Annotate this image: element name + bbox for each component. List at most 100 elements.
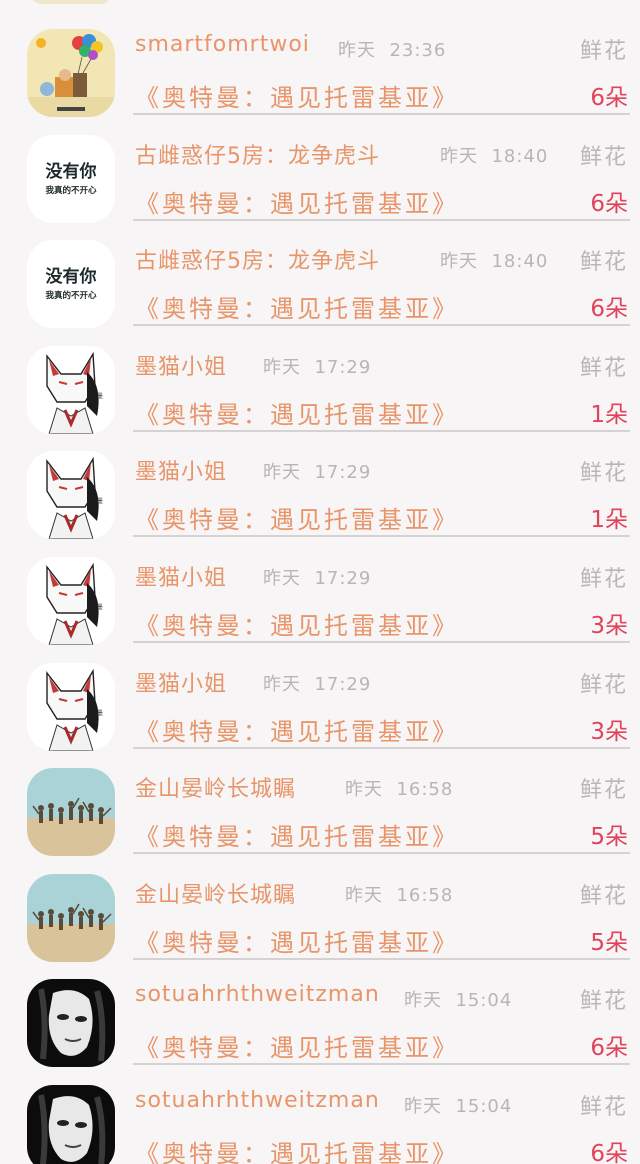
gift-type-label: 鲜花 xyxy=(579,144,628,170)
timestamp-day: 昨天 xyxy=(263,568,301,589)
book-title-link[interactable]: 《奥特曼：遇见托雷基亚》 xyxy=(135,395,459,430)
timestamp-day: 昨天 xyxy=(263,462,301,484)
timestamp: 昨天 15:04 xyxy=(404,986,512,1012)
gift-count: 5朵 xyxy=(590,824,628,851)
list-item[interactable]: smartfomrtwoi 昨天 23:36 鲜花《奥特曼：遇见托雷基亚》 6朵 xyxy=(0,6,640,117)
gift-type-label: 鲜花 xyxy=(579,672,628,698)
avatar[interactable]: 墨 xyxy=(27,662,115,751)
timestamp-time: 15:04 xyxy=(455,990,513,1012)
svg-text:墨: 墨 xyxy=(97,710,103,717)
timestamp-time: 16:58 xyxy=(396,884,454,906)
avatar xyxy=(30,0,112,4)
timestamp: 昨天 16:58 xyxy=(345,775,453,801)
gift-count: 6朵 xyxy=(590,296,628,323)
avatar[interactable] xyxy=(27,29,115,117)
user-name[interactable]: 古雌惑仔5房：龙争虎斗 xyxy=(135,138,380,170)
timestamp-day: 昨天 xyxy=(440,251,478,273)
gift-type-label: 鲜花 xyxy=(579,778,628,804)
gift-count: 3朵 xyxy=(590,718,628,745)
book-title-link[interactable]: 《奥特曼：遇见托雷基亚》 xyxy=(135,712,459,747)
list-item[interactable]: 金山晏岭长城瞩 昨天 16:58 鲜花《奥特曼：遇见托雷基亚》 5朵 xyxy=(0,851,640,962)
timestamp: 昨天 15:04 xyxy=(404,1092,512,1118)
avatar[interactable] xyxy=(27,979,115,1068)
timestamp: 昨天 17:29 xyxy=(263,670,371,696)
list-item[interactable]: sotuahrhthweitzman 昨天 15:04 鲜花《奥特曼：遇见托雷基亚》… xyxy=(0,1062,640,1164)
list-item[interactable]: 金山晏岭长城瞩 昨天 16:58 鲜花《奥特曼：遇见托雷基亚》 5朵 xyxy=(0,745,640,857)
avatar-text: 没有你 xyxy=(46,266,97,287)
avatar[interactable] xyxy=(27,1085,115,1164)
user-name[interactable]: 金山晏岭长城瞩 xyxy=(135,771,296,803)
timestamp: 昨天 17:29 xyxy=(263,353,371,379)
avatar-subtext: 我真的不开心 xyxy=(45,290,97,301)
user-name[interactable]: 墨猫小姐 xyxy=(135,666,227,698)
gift-type-label: 鲜花 xyxy=(579,883,628,909)
gift-type-label: 鲜花 xyxy=(579,39,628,64)
avatar-text: 没有你 xyxy=(46,161,97,182)
list-item[interactable]: 没有你 我真的不开心 古雌惑仔5房：龙争虎斗 昨天 18:40 鲜花 《奥特曼：遇见托… xyxy=(0,217,640,329)
timestamp: 昨天 18:40 xyxy=(440,142,548,168)
book-title-link[interactable]: 《奥特曼：遇见托雷基亚》 xyxy=(135,1028,459,1063)
gift-count: 1朵 xyxy=(590,401,628,428)
list-item[interactable]: 墨 墨猫小姐 昨天 17:29 鲜花《奥特曼：遇见托雷基亚》 1朵 xyxy=(0,428,640,540)
avatar[interactable]: 墨 xyxy=(27,451,115,540)
book-title-link[interactable]: 《奥特曼：遇见托雷基亚》 xyxy=(135,289,459,324)
timestamp-day: 昨天 xyxy=(263,673,301,695)
avatar-subtext: 我真的不开心 xyxy=(45,185,97,196)
timestamp-time: 15:04 xyxy=(455,1096,513,1117)
timestamp-day: 昨天 xyxy=(338,40,376,61)
user-name[interactable]: smartfomrtwoi xyxy=(135,32,310,57)
timestamp: 昨天 16:58 xyxy=(345,881,453,907)
book-title-link[interactable]: 《奥特曼：遇见托雷基亚》 xyxy=(135,500,459,535)
gift-record-list[interactable]: smartfomrtwoi 昨天 23:36 鲜花 《奥特曼：遇见托雷基亚》 6朵 没有… xyxy=(0,0,640,1164)
user-name[interactable]: 墨猫小姐 xyxy=(135,560,227,592)
user-name[interactable]: sotuahrhthweitzman xyxy=(135,1088,380,1113)
gift-count: 6朵 xyxy=(590,190,628,217)
timestamp-time: 23:36 xyxy=(389,40,447,61)
list-item[interactable]: 墨 墨猫小姐 昨天 17:29 鲜花《奥特曼：遇见托雷基亚》 1朵 xyxy=(0,323,640,434)
timestamp-day: 昨天 xyxy=(345,779,383,801)
timestamp-day: 昨天 xyxy=(404,1096,442,1117)
svg-text:墨: 墨 xyxy=(97,393,103,400)
gift-type-label: 鲜花 xyxy=(579,355,628,381)
gift-type-label: 鲜花 xyxy=(579,989,628,1015)
svg-text:墨: 墨 xyxy=(97,604,103,611)
avatar[interactable]: 没有你 我真的不开心 xyxy=(27,134,115,223)
book-title-link[interactable]: 《奥特曼：遇见托雷基亚》 xyxy=(135,1134,459,1164)
user-name[interactable]: sotuahrhthweitzman xyxy=(135,982,380,1007)
timestamp-time: 18:40 xyxy=(491,145,549,167)
gift-type-label: 鲜花 xyxy=(579,1095,628,1120)
gift-type-label: 鲜花 xyxy=(579,461,628,487)
book-title-link[interactable]: 《奥特曼：遇见托雷基亚》 xyxy=(135,606,459,641)
book-title-link[interactable]: 《奥特曼：遇见托雷基亚》 xyxy=(135,817,459,852)
user-name[interactable]: 墨猫小姐 xyxy=(135,349,227,381)
timestamp-day: 昨天 xyxy=(263,356,301,378)
book-title-link[interactable]: 《奥特曼：遇见托雷基亚》 xyxy=(135,923,459,958)
gift-count: 1朵 xyxy=(590,507,628,534)
timestamp-time: 17:29 xyxy=(314,568,372,589)
avatar[interactable]: 墨 xyxy=(27,345,115,434)
user-name[interactable]: 金山晏岭长城瞩 xyxy=(135,877,296,909)
timestamp-day: 昨天 xyxy=(404,990,442,1012)
user-name[interactable]: 古雌惑仔5房：龙争虎斗 xyxy=(135,243,380,275)
gift-count: 3朵 xyxy=(590,613,628,639)
timestamp-time: 18:40 xyxy=(491,251,549,273)
avatar[interactable] xyxy=(27,873,115,962)
book-title-link[interactable]: 《奥特曼：遇见托雷基亚》 xyxy=(135,184,459,219)
list-item[interactable]: 没有你 我真的不开心 古雌惑仔5房：龙争虎斗 昨天 18:40 鲜花《奥特曼：遇见托… xyxy=(0,112,640,223)
gift-count: 6朵 xyxy=(590,85,628,111)
timestamp-time: 17:29 xyxy=(314,673,372,695)
gift-count: 5朵 xyxy=(590,929,628,956)
avatar[interactable]: 墨 xyxy=(27,557,115,645)
list-item[interactable]: sotuahrhthweitzman 昨天 15:04 鲜花《奥特曼：遇见托雷基亚》… xyxy=(0,956,640,1068)
avatar[interactable]: 没有你 我真的不开心 xyxy=(27,240,115,329)
book-title-link[interactable]: 《奥特曼：遇见托雷基亚》 xyxy=(135,78,459,113)
avatar[interactable] xyxy=(27,768,115,857)
list-item[interactable]: 墨 墨猫小姐 昨天 17:29 鲜花《奥特曼：遇见托雷基亚》 3朵 xyxy=(0,534,640,645)
user-name[interactable]: 墨猫小姐 xyxy=(135,454,227,486)
timestamp: 昨天 17:29 xyxy=(263,564,371,590)
timestamp-day: 昨天 xyxy=(440,145,478,167)
gift-type-label: 鲜花 xyxy=(579,567,628,592)
list-item[interactable]: 墨 墨猫小姐 昨天 17:29 鲜花《奥特曼：遇见托雷基亚》 3朵 xyxy=(0,640,640,751)
timestamp: 昨天 17:29 xyxy=(263,458,371,484)
timestamp: 昨天 18:40 xyxy=(440,247,548,273)
